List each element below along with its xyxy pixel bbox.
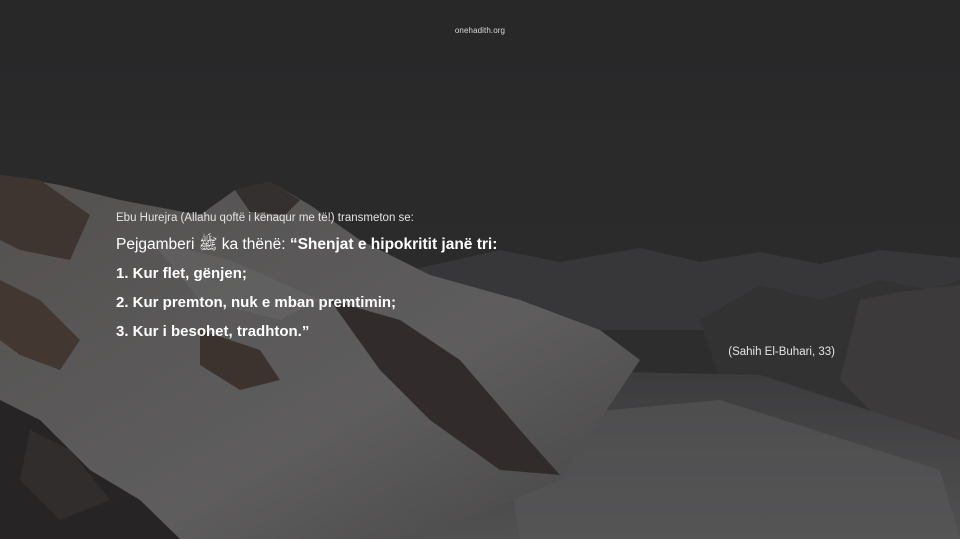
hadith-source: (Sahih El-Buhari, 33) — [728, 346, 835, 358]
hadith-line-1: 1. Kur flet, gënjen; — [116, 265, 247, 282]
intro-quote: “Shenjat e hipokritit janë tri: — [289, 236, 498, 253]
hadith-line-3: 3. Kur i besohet, tradhton.” — [116, 323, 310, 340]
site-watermark: onehadith.org — [454, 26, 506, 35]
hadith-intro: Pejgamberi ﷺ ka thënë: “Shenjat e hipokr… — [116, 235, 840, 255]
intro-prefix: Pejgamberi ﷺ ka thënë: — [116, 236, 290, 253]
hadith-line-2: 2. Kur premton, nuk e mban premtimin; — [116, 294, 397, 311]
narrator-line: Ebu Hurejra (Allahu qoftë i kënaqur me t… — [116, 212, 414, 224]
hadith-text-block: Ebu Hurejra (Allahu qoftë i kënaqur me t… — [116, 210, 840, 351]
